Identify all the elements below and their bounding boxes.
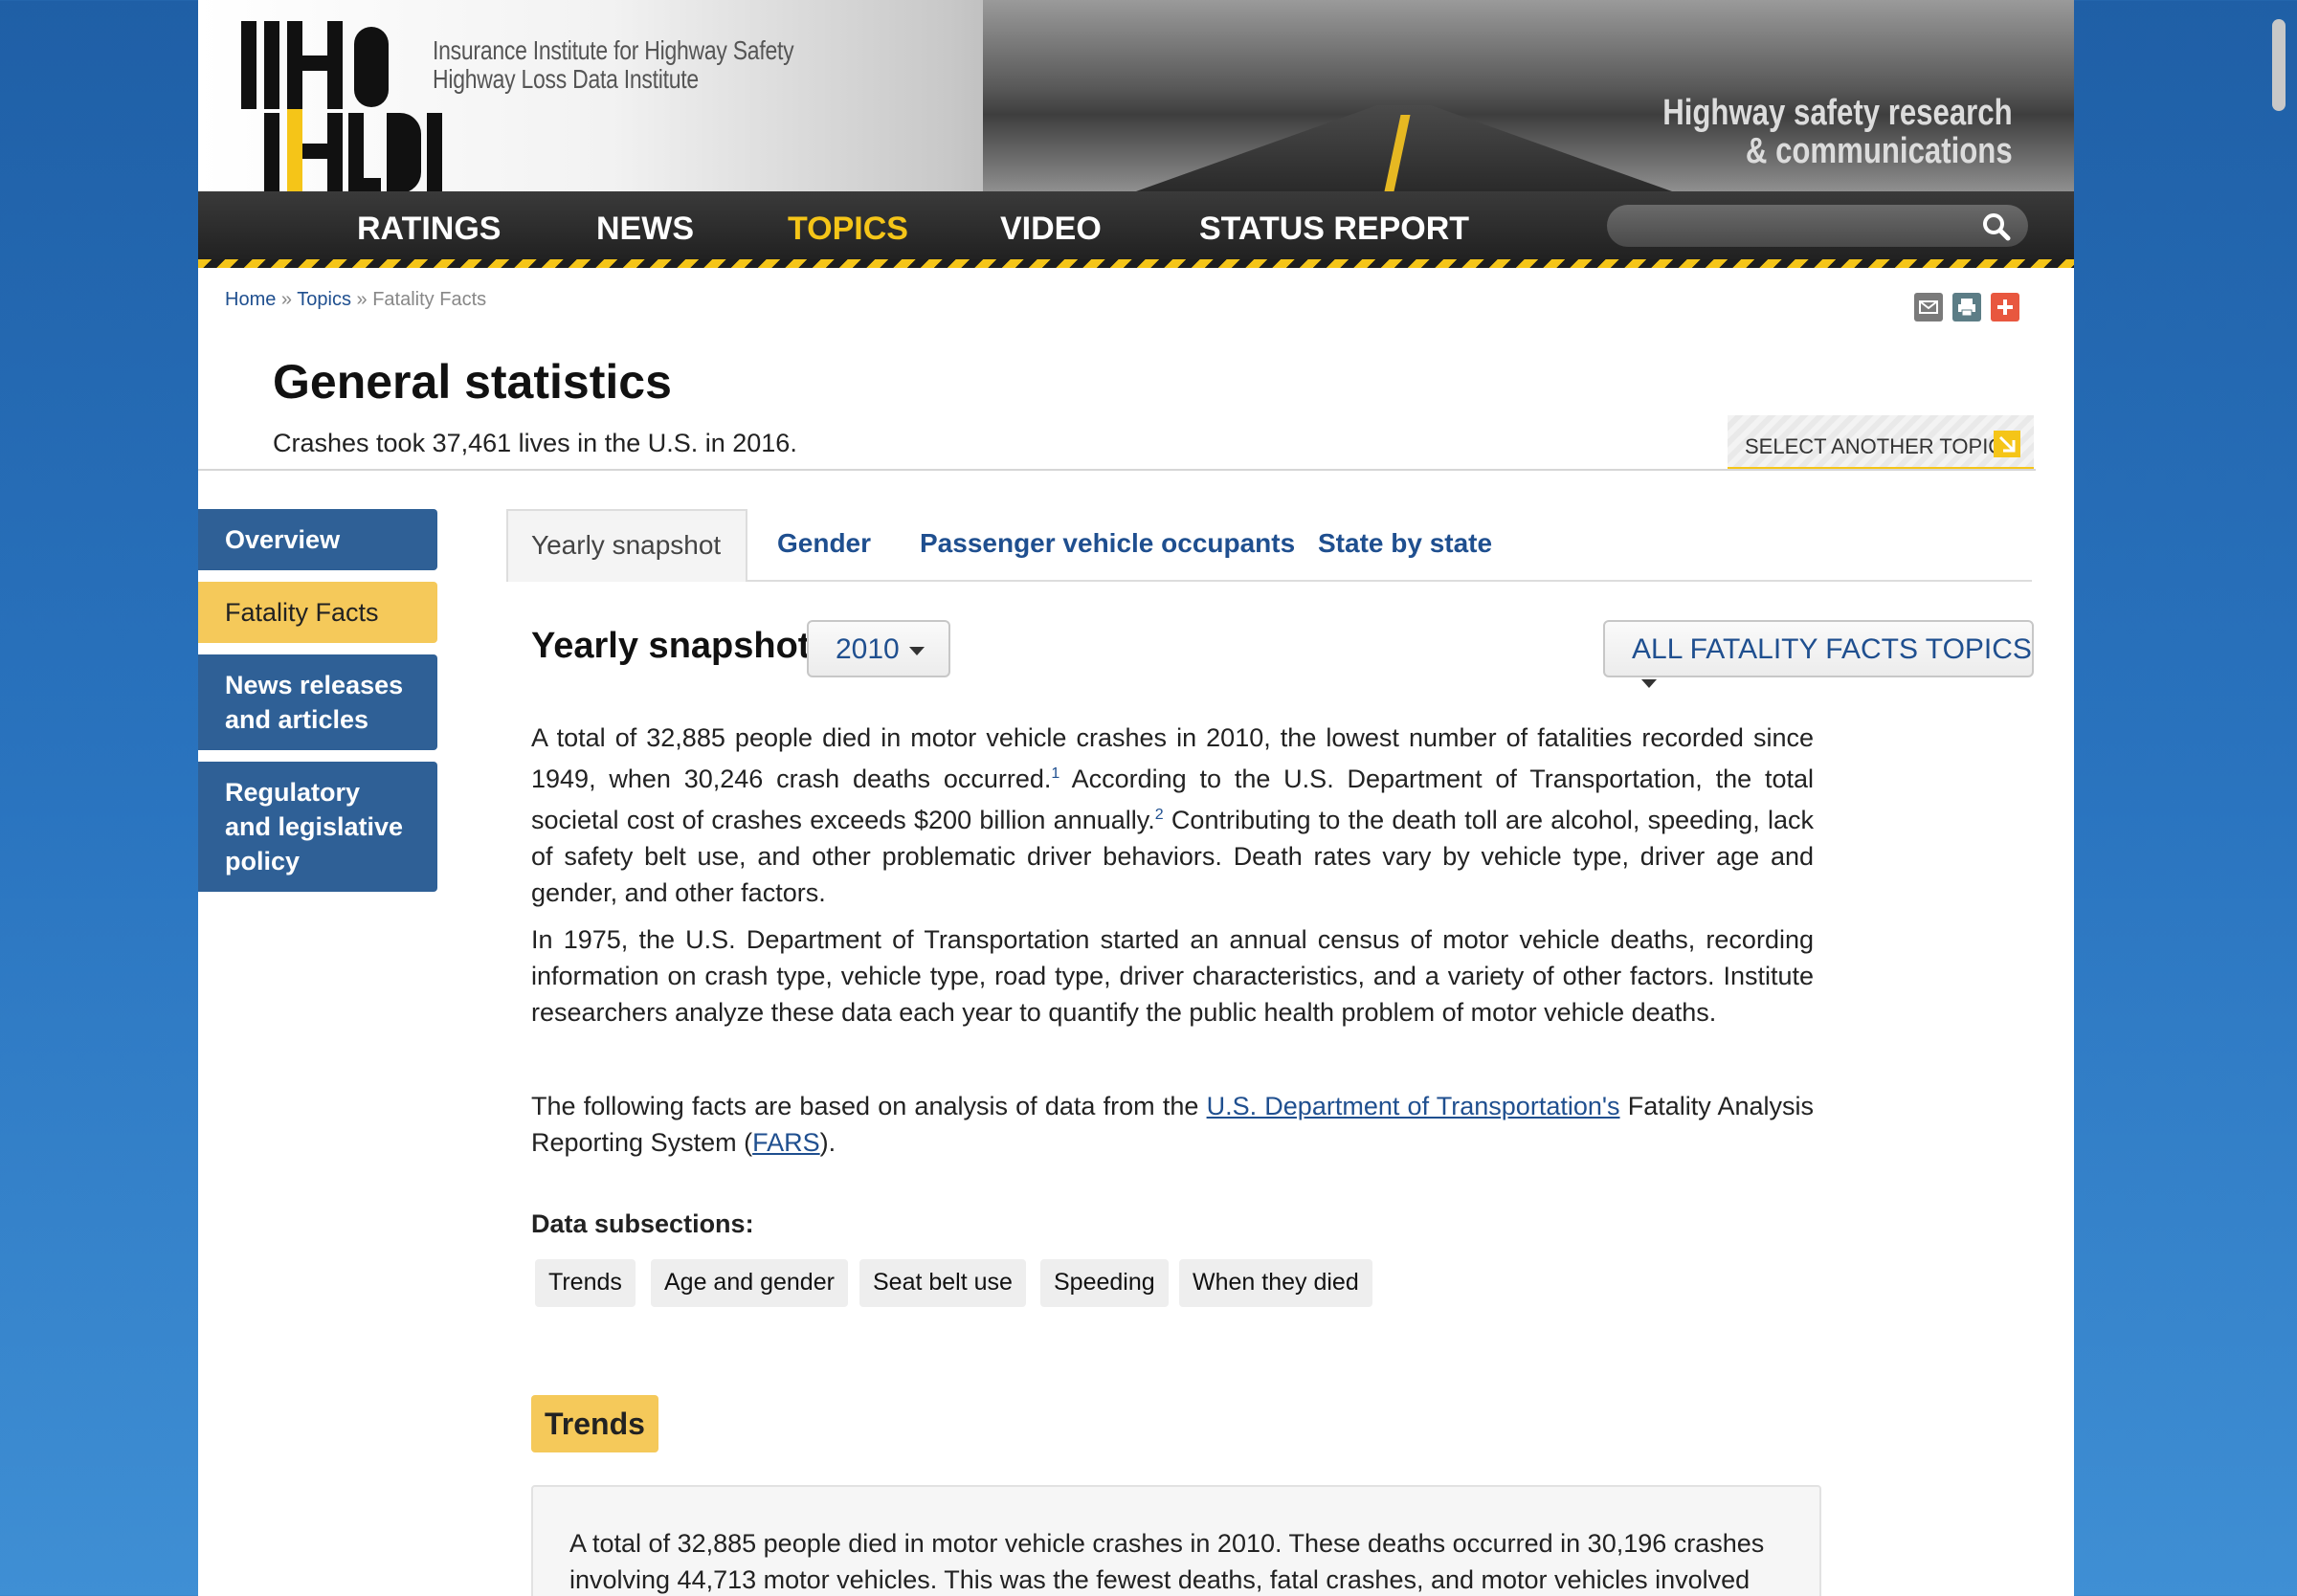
chip-when-they-died[interactable]: When they died (1179, 1259, 1372, 1307)
year-select[interactable]: 2010 (807, 620, 950, 677)
logo-yellow-bar (287, 109, 302, 191)
tagline-line1: Highway safety research (1662, 93, 2013, 133)
breadcrumb: Home » Topics » Fatality Facts (225, 289, 486, 311)
chip-speeding[interactable]: Speeding (1040, 1259, 1169, 1307)
sidebar-item-fatality-facts[interactable]: Fatality Facts (198, 582, 437, 643)
all-topics-label: ALL FATALITY FACTS TOPICS (1632, 633, 2032, 665)
footnote-2-link[interactable]: 2 (1155, 807, 1164, 823)
nav-ratings[interactable]: RATINGS (357, 211, 501, 248)
page-title: General statistics (273, 355, 672, 409)
nav-video[interactable]: VIDEO (1000, 211, 1102, 248)
chevron-down-icon (908, 646, 925, 655)
nav-news[interactable]: NEWS (596, 211, 694, 248)
chip-seat-belt-use[interactable]: Seat belt use (859, 1259, 1026, 1307)
logo-letter-bar (427, 113, 442, 191)
breadcrumb-current: Fatality Facts (372, 289, 487, 310)
logo-letter-bar (354, 27, 389, 107)
logo-letter-bar (264, 21, 279, 109)
logo-letter-bar (241, 21, 256, 109)
logo-letter-bar (264, 113, 279, 191)
tab-gender[interactable]: Gender (777, 528, 871, 559)
logo-letter-bar (387, 113, 421, 191)
email-icon[interactable] (1914, 293, 1943, 321)
select-another-topic-button[interactable]: SELECT ANOTHER TOPIC (1728, 415, 2034, 471)
nav-status-report[interactable]: STATUS REPORT (1199, 211, 1469, 248)
dot-link[interactable]: U.S. Department of Transportation's (1207, 1092, 1620, 1120)
select-topic-label: SELECT ANOTHER TOPIC (1745, 434, 2004, 458)
breadcrumb-topics[interactable]: Topics (297, 289, 351, 310)
title-divider (198, 469, 2036, 471)
sidebar-item-overview[interactable]: Overview (198, 509, 437, 570)
nav-topics[interactable]: TOPICS (788, 211, 908, 248)
logo-letter-bar (302, 144, 331, 159)
site-header: Insurance Institute for Highway Safety H… (198, 0, 2074, 191)
tab-passenger-vehicle-occupants[interactable]: Passenger vehicle occupants (920, 528, 1295, 559)
tagline-line2: & communications (1746, 131, 2013, 171)
trends-heading: Trends (531, 1395, 658, 1452)
breadcrumb-separator: » (280, 289, 293, 310)
page-container: Insurance Institute for Highway Safety H… (198, 0, 2074, 1596)
logo-letter-bar (302, 55, 331, 71)
nav-hazard-stripe (198, 259, 2074, 268)
org-name: Insurance Institute for Highway Safety H… (433, 36, 873, 94)
tab-state-by-state[interactable]: State by state (1318, 528, 1492, 559)
source-paragraph: The following facts are based on analysi… (531, 1088, 1814, 1161)
source-text-c: ). (819, 1128, 836, 1157)
breadcrumb-home[interactable]: Home (225, 289, 276, 310)
data-subsections-label: Data subsections: (531, 1209, 754, 1238)
all-topics-dropdown[interactable]: ALL FATALITY FACTS TOPICS (1603, 620, 2034, 688)
breadcrumb-separator: » (356, 289, 368, 310)
logo-letter-bar (348, 178, 381, 191)
site-tagline: Highway safety research & communications (1663, 94, 2013, 170)
chip-age-gender[interactable]: Age and gender (651, 1259, 848, 1307)
census-paragraph: In 1975, the U.S. Department of Transpor… (531, 925, 1814, 1027)
search-icon[interactable] (1982, 212, 2011, 241)
trends-text: A total of 32,885 people died in motor v… (569, 1529, 1765, 1594)
sidebar-item-news-releases[interactable]: News releases and articles (198, 654, 437, 750)
source-text-a: The following facts are based on analysi… (531, 1092, 1207, 1120)
main-nav: RATINGS NEWS TOPICS VIDEO STATUS REPORT (198, 191, 2074, 268)
org-name-line2: Highway Loss Data Institute (433, 64, 699, 94)
footnote-1-link[interactable]: 1 (1051, 765, 1059, 782)
intro-paragraph: A total of 32,885 people died in motor v… (531, 720, 1814, 911)
year-select-value: 2010 (836, 633, 900, 665)
page-scrollbar[interactable] (2272, 19, 2286, 111)
org-name-line1: Insurance Institute for Highway Safety (433, 35, 794, 65)
tab-yearly-snapshot[interactable]: Yearly snapshot (506, 509, 747, 582)
arrow-down-right-icon (1994, 431, 2020, 457)
share-plus-icon[interactable] (1991, 293, 2019, 321)
page-subtitle: Crashes took 37,461 lives in the U.S. in… (273, 429, 797, 457)
search-input[interactable] (1607, 205, 2028, 247)
fars-link[interactable]: FARS (752, 1128, 820, 1157)
trends-panel: A total of 32,885 people died in motor v… (531, 1485, 1821, 1596)
sidebar-item-regulatory-policy[interactable]: Regulatory and legislative policy (198, 762, 437, 892)
logo-letter-bar (287, 21, 302, 109)
chevron-down-icon (1641, 678, 1657, 688)
chip-trends[interactable]: Trends (535, 1259, 636, 1307)
section-title: Yearly snapshot (531, 626, 811, 666)
print-icon[interactable] (1952, 293, 1981, 321)
